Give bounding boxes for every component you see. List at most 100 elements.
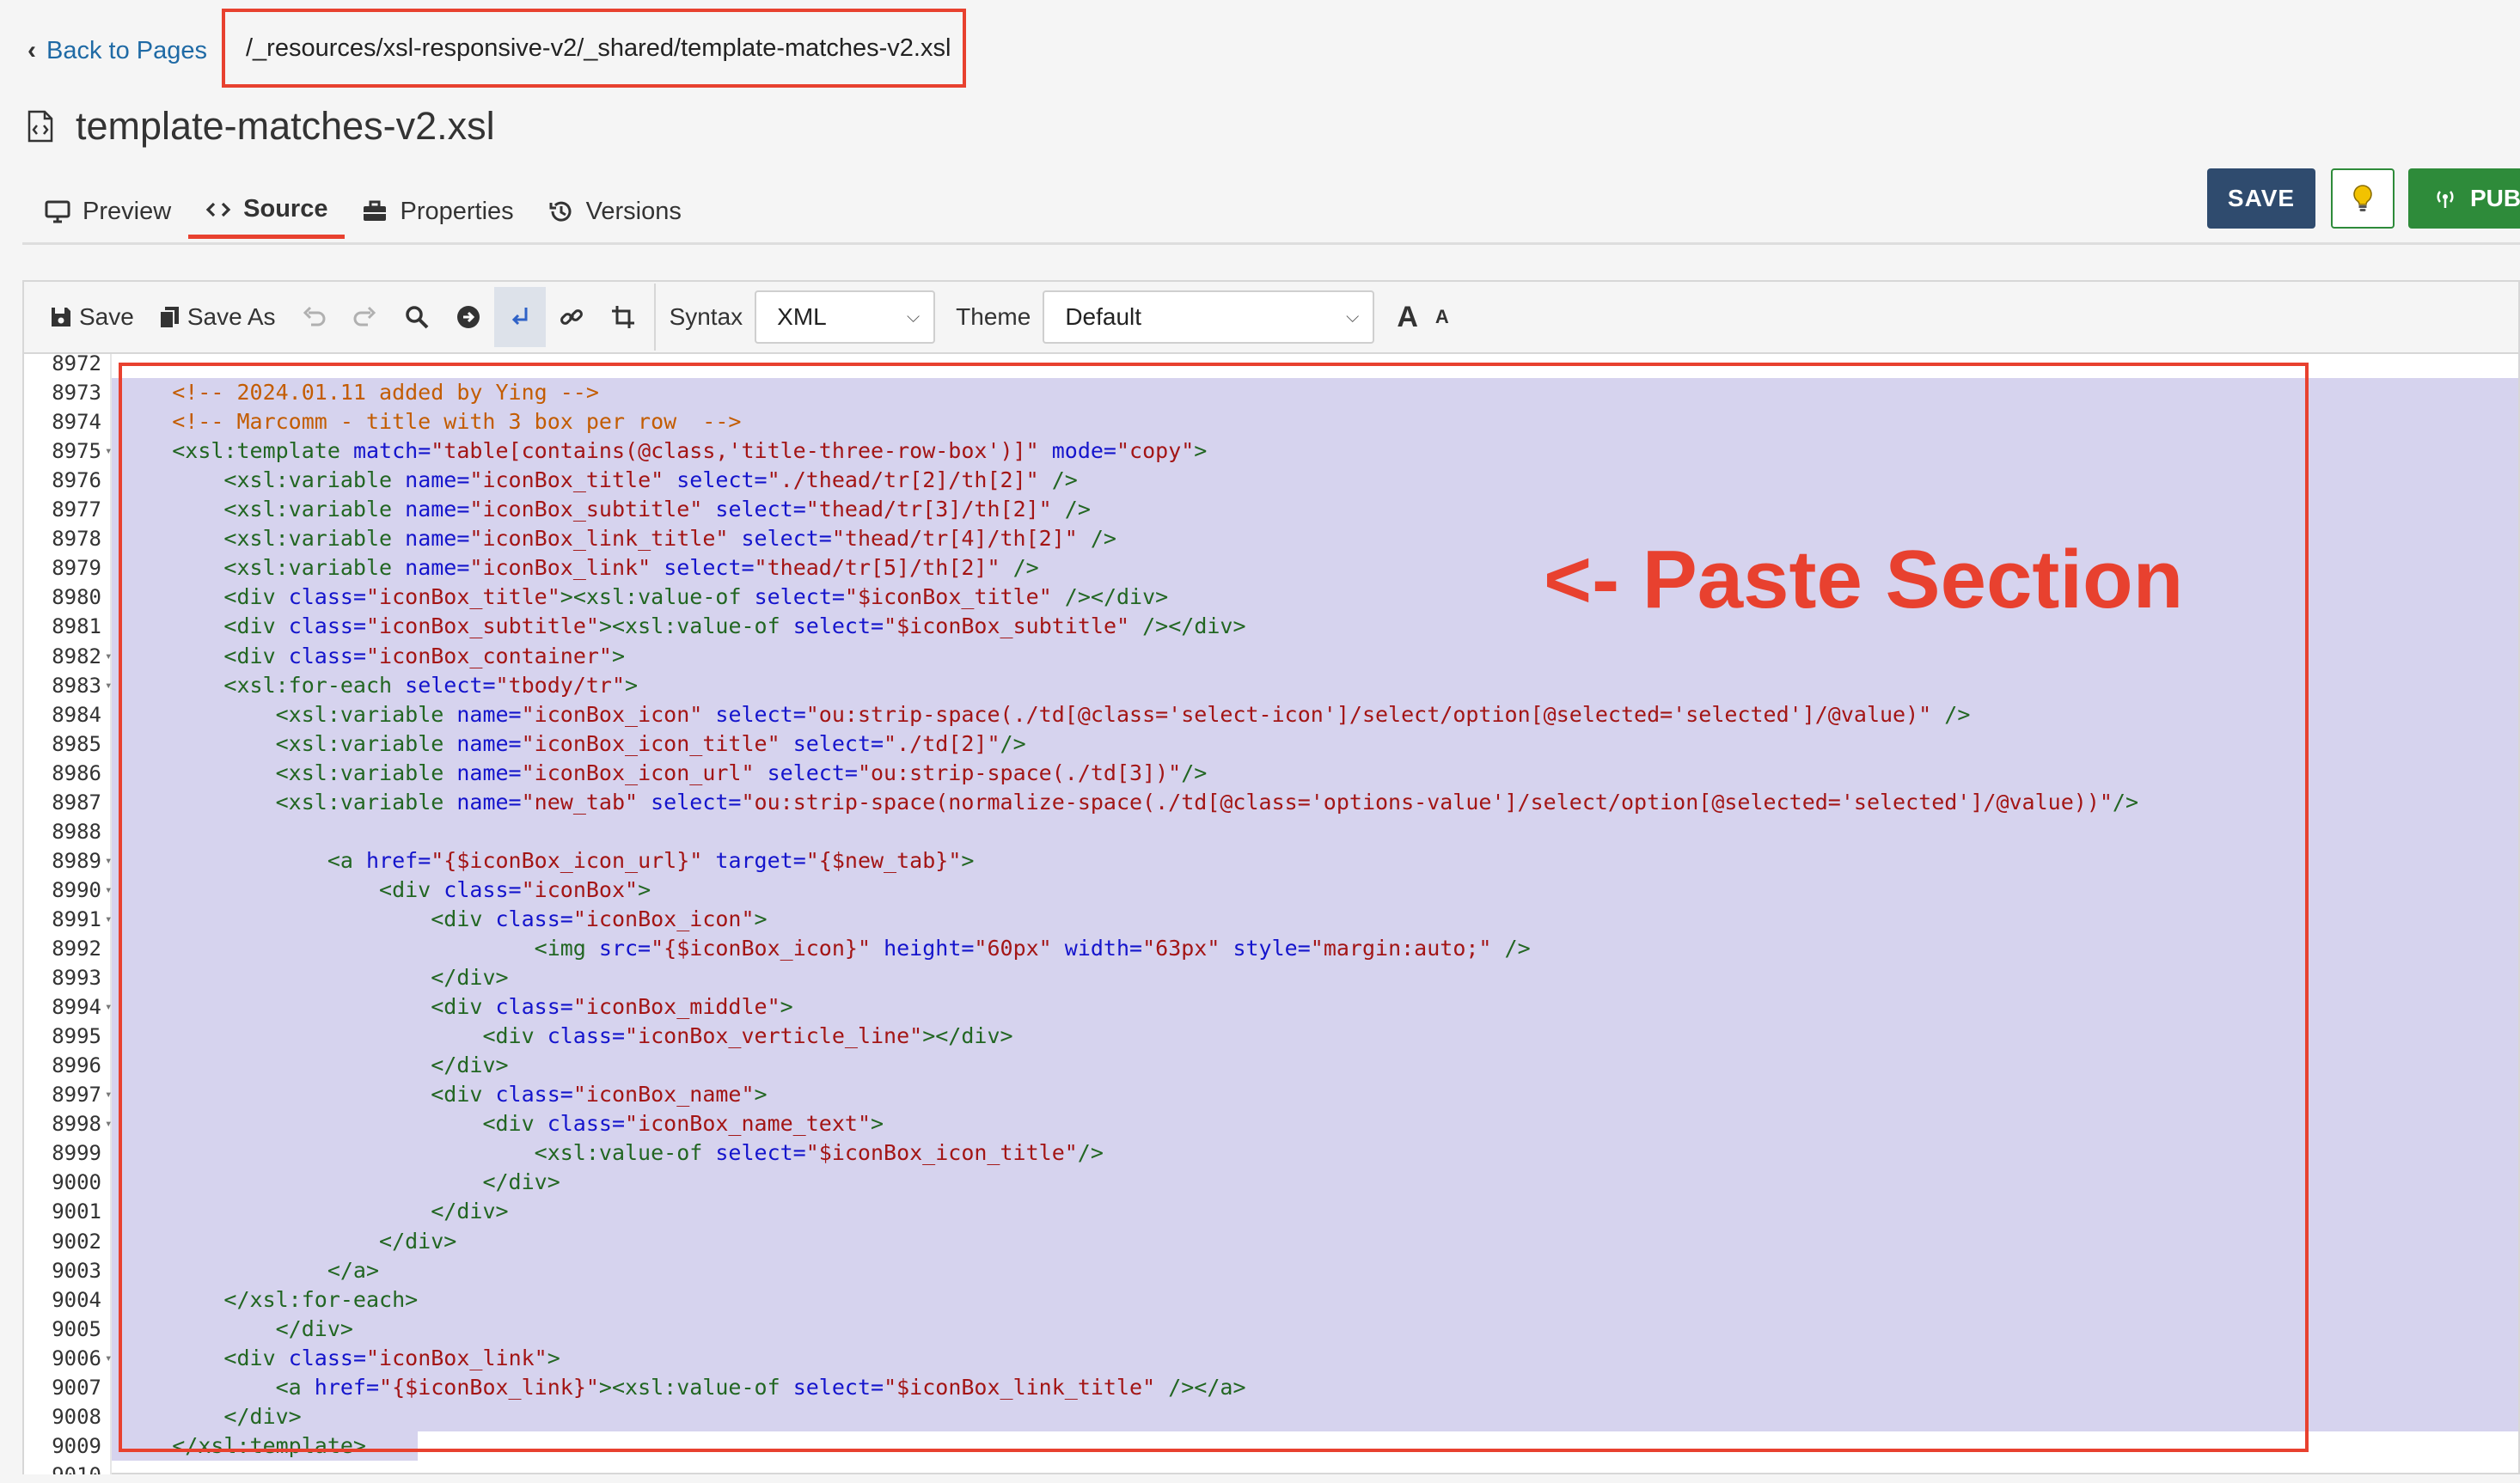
- code-line: <img src="{$iconBox_icon}" height="60px"…: [534, 936, 1531, 961]
- code-line: <a href="{$iconBox_icon_url}" target="{$…: [327, 847, 975, 873]
- undo-icon: [303, 306, 326, 327]
- code-line: <!-- Marcomm - title with 3 box per row …: [120, 409, 742, 435]
- theme-label: Theme: [956, 303, 1031, 330]
- line-number: 8997: [52, 1083, 101, 1108]
- line-number: 8998: [52, 1112, 101, 1137]
- monitor-icon: [45, 200, 70, 223]
- line-number: 8986: [52, 760, 101, 785]
- chevron-down-icon: ⌵: [907, 307, 921, 327]
- font-decrease-button[interactable]: A: [1427, 306, 1458, 328]
- copy-icon: [158, 307, 179, 329]
- code-area[interactable]: 8972 8973 8974 8975 ▾ 8976 8977 8978 8979 8980 898…: [24, 354, 2518, 1474]
- line-number: 8978: [52, 527, 101, 552]
- code-line: <div class="iconBox_verticle_line"></div…: [482, 1023, 1013, 1049]
- wrap-arrow-icon: [511, 308, 528, 326]
- code-line: <!-- 2024.01.11 added by Ying -->: [120, 380, 599, 406]
- tips-button[interactable]: [2331, 168, 2395, 229]
- tab-source[interactable]: Source: [188, 184, 346, 239]
- tab-properties[interactable]: Properties: [345, 184, 530, 239]
- code-line: <div class="iconBox">: [379, 876, 651, 902]
- line-number: 9009: [52, 1433, 101, 1458]
- tab-label: Properties: [400, 197, 514, 225]
- back-to-pages-link[interactable]: ‹ Back to Pages: [28, 33, 207, 69]
- line-number: 9006: [52, 1346, 101, 1370]
- editor-save-button[interactable]: Save: [38, 287, 146, 347]
- editor-save-label: Save: [79, 303, 134, 330]
- code-line: <xsl:value-of select="$iconBox_icon_titl…: [534, 1140, 1104, 1166]
- line-number: 8999: [52, 1141, 101, 1166]
- theme-select[interactable]: Default ⌵: [1043, 290, 1375, 344]
- history-icon: [549, 201, 572, 222]
- code-icon: [205, 202, 231, 217]
- code-line: <div class="iconBox_icon">: [431, 906, 768, 931]
- code-line: </div>: [482, 1169, 560, 1195]
- syntax-select[interactable]: XML ⌵: [755, 290, 936, 344]
- font-increase-button[interactable]: A: [1388, 301, 1427, 334]
- page-title-row: template-matches-v2.xsl: [28, 96, 495, 156]
- goto-line-button[interactable]: [443, 287, 494, 347]
- code-line: </xsl:for-each>: [223, 1286, 419, 1312]
- redo-button[interactable]: [339, 287, 391, 347]
- code-line: </div>: [379, 1228, 457, 1254]
- crop-icon: [611, 306, 634, 328]
- code-line: <xsl:variable name="iconBox_subtitle" se…: [223, 497, 1091, 522]
- code-line: </div>: [431, 965, 509, 991]
- code-line: </xsl:template>: [172, 1432, 366, 1458]
- line-number: 8972: [52, 354, 101, 375]
- code-line: <xsl:variable name="iconBox_link_title" …: [223, 526, 1116, 552]
- line-number: 8987: [52, 790, 101, 815]
- line-number: 9004: [52, 1287, 101, 1312]
- code-line: <div class="iconBox_title"><xsl:value-of…: [223, 584, 1169, 610]
- arrow-circle-right-icon: [456, 306, 480, 328]
- code-line: </a>: [327, 1257, 380, 1283]
- code-lines[interactable]: <!-- 2024.01.11 added by Ying --> <!-- M…: [112, 354, 2518, 1474]
- code-file-icon: [28, 110, 53, 143]
- link-icon: [560, 309, 583, 325]
- tabs-divider: [22, 242, 2520, 245]
- save-button[interactable]: SAVE: [2207, 168, 2315, 229]
- toolbar-divider: [653, 284, 656, 351]
- insert-link-button[interactable]: [546, 287, 597, 347]
- code-line: <div class="iconBox_name_text">: [482, 1111, 884, 1137]
- line-number: 8975: [52, 439, 101, 464]
- tab-preview[interactable]: Preview: [28, 184, 188, 239]
- tab-label: Source: [243, 195, 328, 223]
- line-number: 8991: [52, 906, 101, 931]
- word-wrap-toggle[interactable]: [493, 287, 546, 347]
- crop-button[interactable]: [597, 287, 649, 347]
- chevron-left-icon: ‹: [28, 36, 36, 64]
- line-number: 9007: [52, 1375, 101, 1400]
- code-line: <div class="iconBox_middle">: [431, 994, 793, 1020]
- line-number-gutter: 8972 8973 8974 8975 ▾ 8976 8977 8978 8979 8980 898…: [24, 354, 112, 1474]
- lightbulb-icon: [2353, 185, 2372, 211]
- line-number: 8994: [52, 995, 101, 1020]
- save-as-button[interactable]: Save As: [146, 287, 288, 347]
- line-number: 8982: [52, 644, 101, 668]
- line-number: 8989: [52, 848, 101, 873]
- line-number: 9002: [52, 1229, 101, 1254]
- line-number: 8979: [52, 556, 101, 581]
- line-number: 8983: [52, 673, 101, 698]
- code-line: </div>: [275, 1315, 353, 1341]
- line-number: 8996: [52, 1053, 101, 1078]
- editor-toolbar: Save Save As Syntax XML ⌵ Theme Default …: [24, 282, 2518, 354]
- syntax-label: Syntax: [669, 303, 743, 330]
- line-number: 8993: [52, 966, 101, 991]
- back-link-label: Back to Pages: [46, 36, 207, 64]
- line-number: 8985: [52, 731, 101, 756]
- line-number: 9001: [52, 1199, 101, 1224]
- redo-icon: [353, 306, 376, 327]
- toolbox-icon: [364, 200, 387, 221]
- floppy-disk-icon: [52, 308, 70, 327]
- line-number: 8990: [52, 877, 101, 902]
- code-line: <xsl:variable name="iconBox_icon_title" …: [275, 730, 1026, 756]
- save-as-label: Save As: [187, 303, 276, 330]
- search-button[interactable]: [391, 287, 443, 347]
- code-line: <xsl:variable name="iconBox_link" select…: [223, 555, 1039, 581]
- line-number: 8984: [52, 702, 101, 727]
- publish-button[interactable]: PUB: [2408, 168, 2520, 229]
- code-line: <xsl:variable name="iconBox_title" selec…: [223, 467, 1078, 493]
- undo-button[interactable]: [288, 287, 339, 347]
- line-number: 8974: [52, 410, 101, 435]
- tab-versions[interactable]: Versions: [531, 184, 699, 239]
